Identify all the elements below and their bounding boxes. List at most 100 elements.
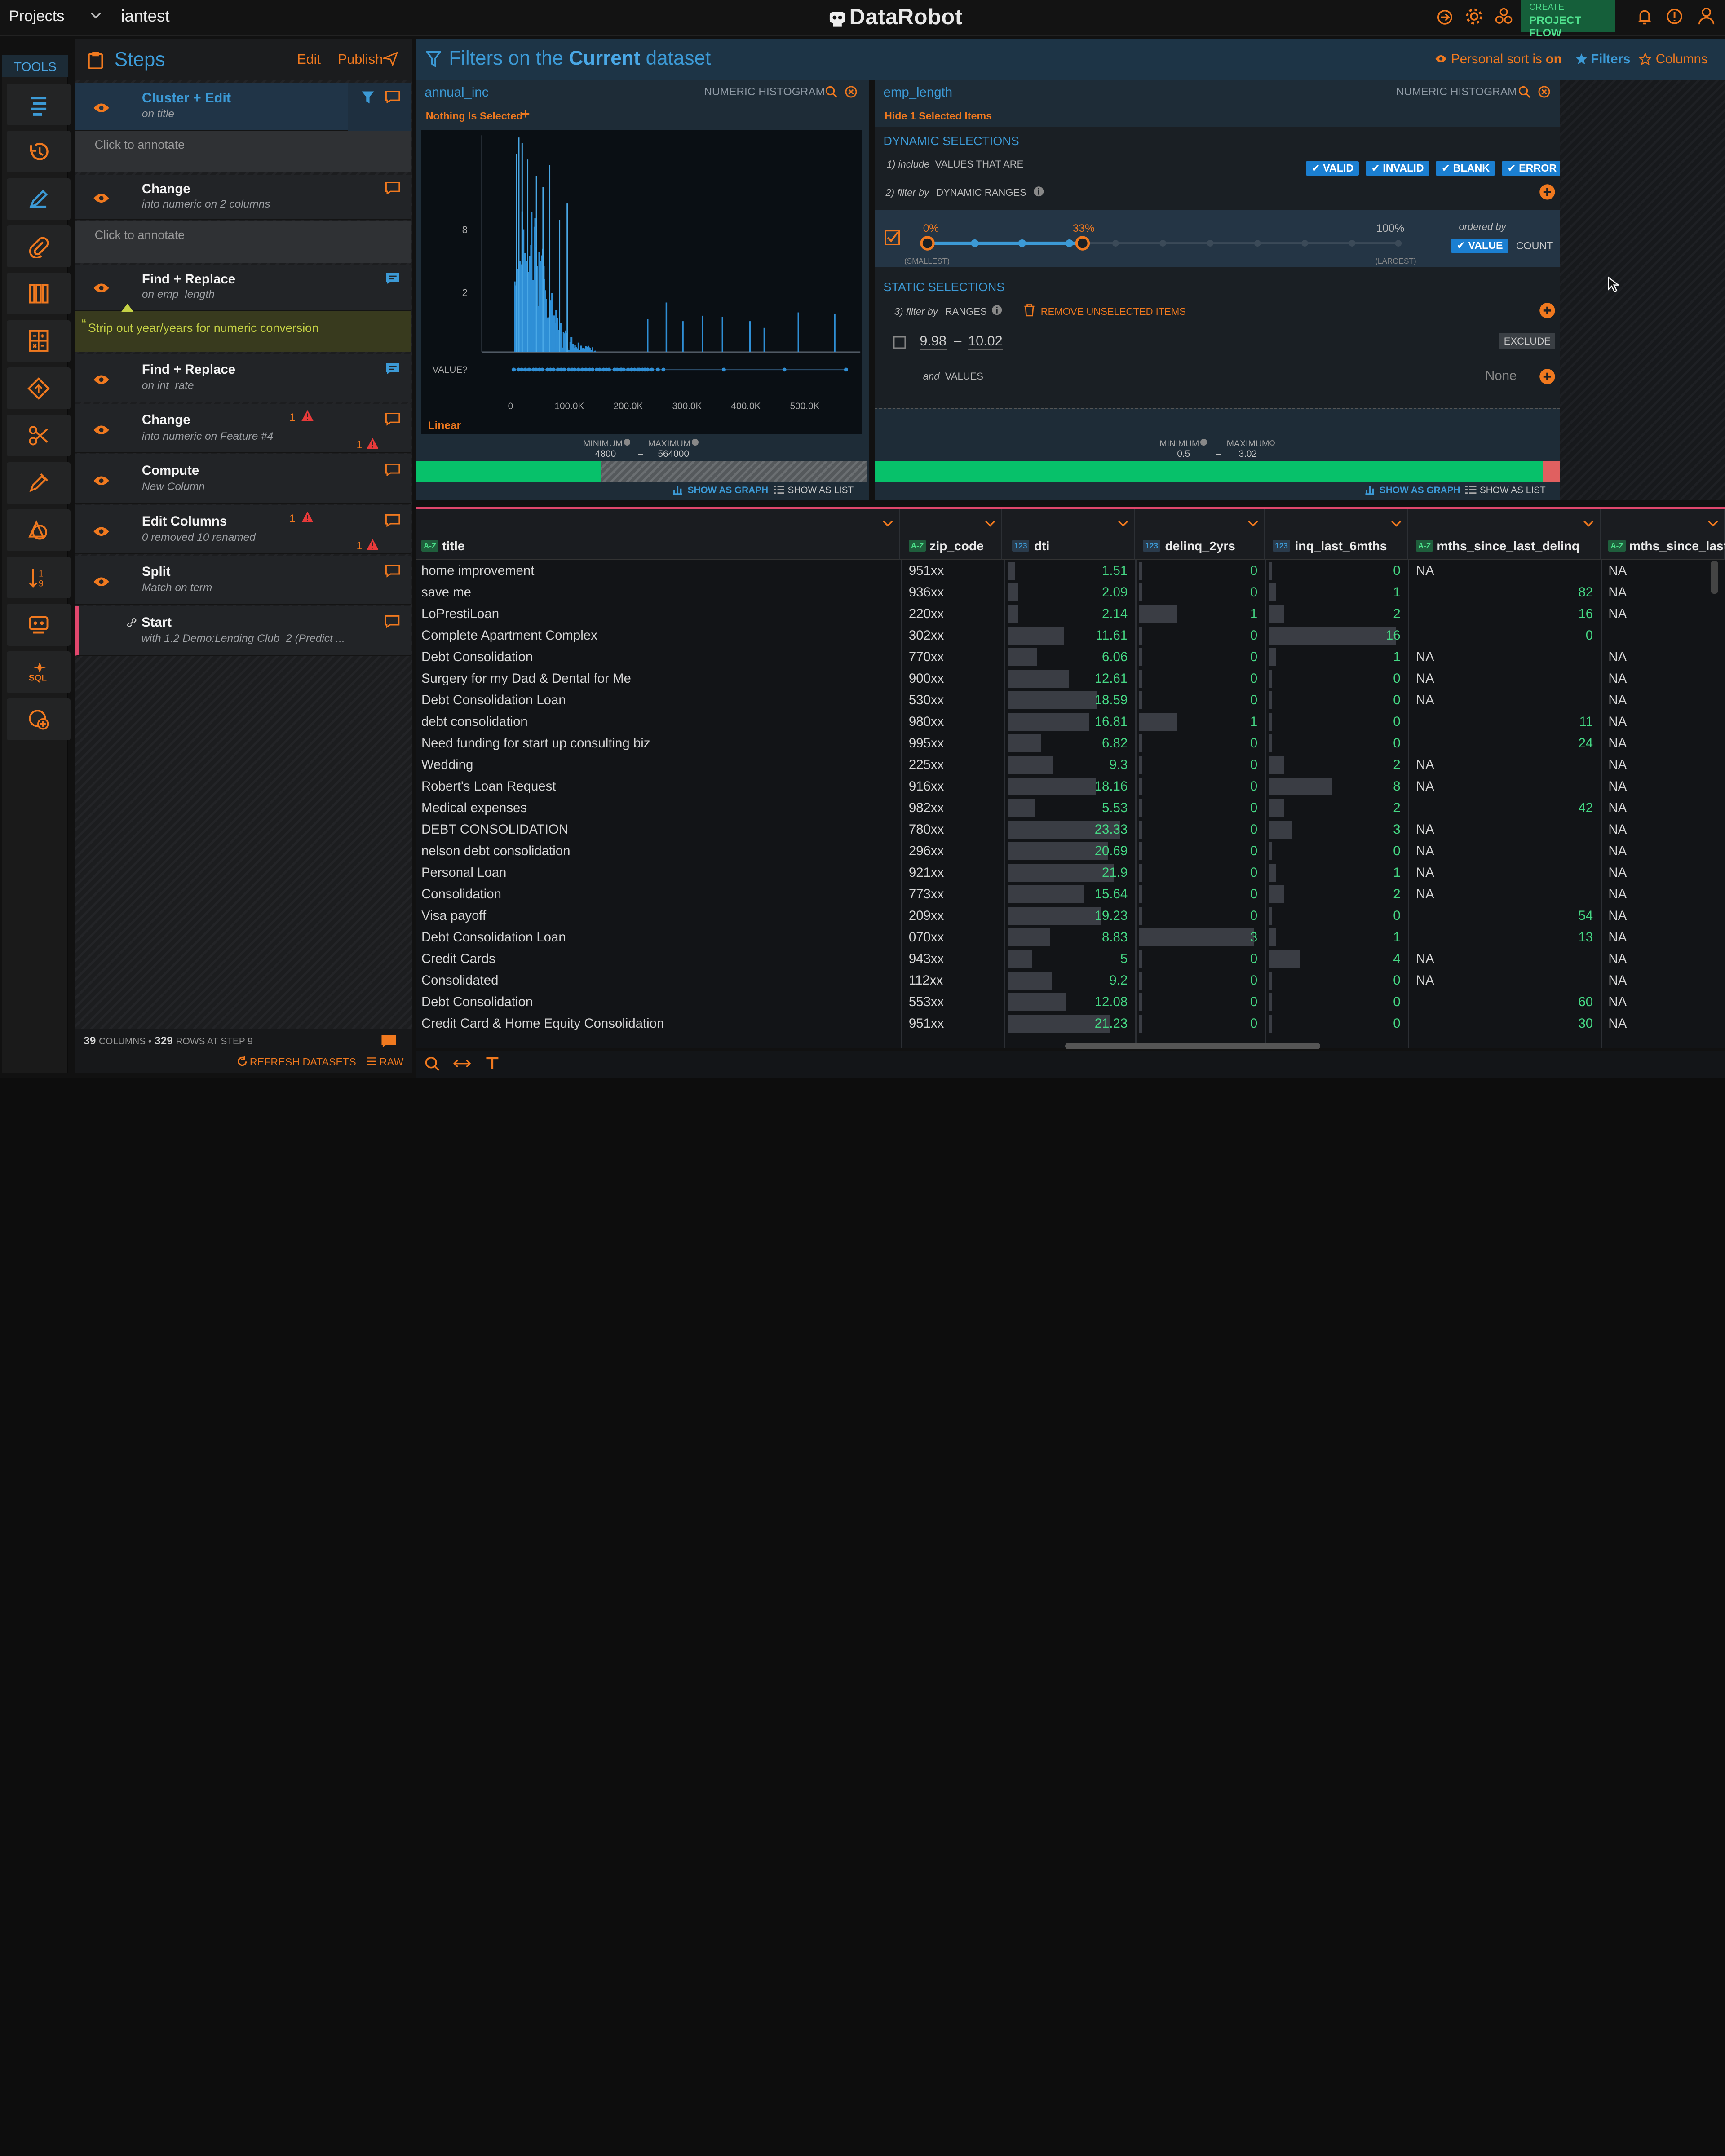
text-format-icon[interactable]: [485, 1056, 500, 1070]
table-cell[interactable]: Surgery for my Dad & Dental for Me: [421, 668, 892, 689]
table-cell[interactable]: NA: [1608, 862, 1717, 884]
table-cell[interactable]: 209xx: [909, 905, 995, 927]
table-cell[interactable]: 0: [1143, 582, 1258, 603]
chevron-down-icon[interactable]: [1707, 520, 1718, 528]
projects-menu[interactable]: Projects: [9, 8, 65, 25]
table-cell[interactable]: 9.3: [1012, 754, 1128, 776]
add-circle-icon[interactable]: [1539, 368, 1556, 385]
table-cell[interactable]: NA: [1416, 689, 1593, 711]
histogram-plot[interactable]: 82VALUE?0100.0K200.0K300.0K400.0K500.0KL…: [421, 130, 862, 434]
table-cell[interactable]: 0: [1143, 884, 1258, 905]
step-split[interactable]: Split Match on term: [75, 556, 411, 605]
table-cell[interactable]: 4: [1273, 948, 1400, 970]
table-cell[interactable]: 13: [1416, 927, 1593, 948]
step-annotation-input[interactable]: Click to annotate: [75, 221, 411, 263]
edit-steps-link[interactable]: Edit: [297, 52, 321, 67]
table-cell[interactable]: Wedding: [421, 754, 892, 776]
chevron-down-icon[interactable]: [882, 520, 893, 528]
table-cell[interactable]: 773xx: [909, 884, 995, 905]
table-cell[interactable]: 0: [1273, 840, 1400, 862]
table-cell[interactable]: Debt Consolidation: [421, 646, 892, 668]
table-cell[interactable]: 1: [1273, 927, 1400, 948]
project-name[interactable]: iantest: [121, 7, 169, 26]
table-cell[interactable]: Credit Cards: [421, 948, 892, 970]
table-cell[interactable]: 24: [1416, 733, 1593, 754]
table-cell[interactable]: 1: [1143, 603, 1258, 625]
table-cell[interactable]: NA: [1608, 884, 1717, 905]
tool-shapes[interactable]: [7, 509, 71, 551]
close-icon[interactable]: [1538, 86, 1550, 98]
step-change-numeric[interactable]: Change into numeric on 2 columns: [75, 175, 411, 220]
search-icon[interactable]: [825, 86, 837, 98]
table-cell[interactable]: 82: [1416, 582, 1593, 603]
table-cell[interactable]: 2.14: [1012, 603, 1128, 625]
table-cell[interactable]: Need funding for start up consulting biz: [421, 733, 892, 754]
table-cell[interactable]: 0: [1143, 733, 1258, 754]
table-cell[interactable]: 951xx: [909, 560, 995, 582]
table-cell[interactable]: 0: [1416, 625, 1593, 646]
close-icon[interactable]: [845, 86, 857, 98]
table-cell[interactable]: NA: [1416, 646, 1593, 668]
table-cell[interactable]: 60: [1416, 991, 1593, 1013]
table-cell[interactable]: NA: [1608, 948, 1717, 970]
table-cell[interactable]: 112xx: [909, 970, 995, 991]
table-cell[interactable]: NA: [1608, 668, 1717, 689]
table-cell[interactable]: NA: [1608, 776, 1717, 797]
eye-icon[interactable]: [93, 576, 110, 587]
table-cell[interactable]: 5.53: [1012, 797, 1128, 819]
histogram-svg[interactable]: 82VALUE?0100.0K200.0K300.0K400.0K500.0KL…: [421, 130, 862, 434]
column-header-mths_since_last_[interactable]: A-Zmths_since_last_: [1603, 509, 1725, 560]
step-compute[interactable]: Compute New Column: [75, 454, 411, 504]
table-row[interactable]: Debt Consolidation770xx6.0601NANA: [416, 646, 1725, 668]
table-cell[interactable]: debt consolidation: [421, 711, 892, 733]
table-cell[interactable]: NA: [1608, 754, 1717, 776]
table-row[interactable]: LoPrestiLoan220xx2.141216NA: [416, 603, 1725, 625]
table-cell[interactable]: NA: [1608, 582, 1717, 603]
comment-icon[interactable]: [385, 412, 400, 425]
table-cell[interactable]: 0: [1143, 862, 1258, 884]
eye-icon[interactable]: [93, 283, 110, 293]
search-icon[interactable]: [425, 1056, 440, 1071]
table-cell[interactable]: 0: [1143, 840, 1258, 862]
chat-icon[interactable]: [380, 1034, 397, 1048]
table-cell[interactable]: NA: [1608, 797, 1717, 819]
models-icon[interactable]: [1495, 8, 1513, 25]
scale-toggle[interactable]: Linear: [428, 420, 461, 432]
table-cell[interactable]: 530xx: [909, 689, 995, 711]
table-row[interactable]: DEBT CONSOLIDATION780xx23.3303NANA: [416, 819, 1725, 840]
table-cell[interactable]: 553xx: [909, 991, 995, 1013]
table-cell[interactable]: 070xx: [909, 927, 995, 948]
table-cell[interactable]: Complete Apartment Complex: [421, 625, 892, 646]
table-row[interactable]: nelson debt consolidation296xx20.6900NAN…: [416, 840, 1725, 862]
table-cell[interactable]: 5: [1012, 948, 1128, 970]
table-cell[interactable]: 0: [1273, 733, 1400, 754]
eye-icon[interactable]: [93, 526, 110, 537]
table-cell[interactable]: 2: [1273, 603, 1400, 625]
table-cell[interactable]: 780xx: [909, 819, 995, 840]
table-row[interactable]: save me936xx2.090182NA: [416, 582, 1725, 603]
tool-steps[interactable]: [7, 84, 71, 125]
deploy-icon[interactable]: [1437, 9, 1453, 26]
eye-icon[interactable]: [93, 424, 110, 435]
remove-unselected-button[interactable]: REMOVE UNSELECTED ITEMS: [1041, 306, 1186, 318]
table-row[interactable]: Visa payoff209xx19.230054NA: [416, 905, 1725, 927]
step-cluster-edit[interactable]: Cluster + Edit on title: [75, 83, 411, 131]
table-cell[interactable]: 982xx: [909, 797, 995, 819]
table-cell[interactable]: 16: [1416, 603, 1593, 625]
table-cell[interactable]: 3: [1143, 927, 1258, 948]
add-circle-icon[interactable]: [1539, 184, 1556, 200]
table-cell[interactable]: NA: [1416, 948, 1593, 970]
table-cell[interactable]: 916xx: [909, 776, 995, 797]
table-row[interactable]: Need funding for start up consulting biz…: [416, 733, 1725, 754]
table-cell[interactable]: NA: [1416, 668, 1593, 689]
tool-history[interactable]: [7, 131, 71, 172]
table-cell[interactable]: 2: [1273, 754, 1400, 776]
tool-add-dataset[interactable]: [7, 698, 71, 740]
table-row[interactable]: Consolidation773xx15.6402NANA: [416, 884, 1725, 905]
table-cell[interactable]: Credit Card & Home Equity Consolidation: [421, 1013, 892, 1034]
table-cell[interactable]: 0: [1143, 689, 1258, 711]
invalid-check[interactable]: ✔ INVALID: [1366, 161, 1429, 176]
info-icon[interactable]: [1033, 186, 1044, 197]
table-cell[interactable]: 225xx: [909, 754, 995, 776]
table-cell[interactable]: 0: [1143, 905, 1258, 927]
